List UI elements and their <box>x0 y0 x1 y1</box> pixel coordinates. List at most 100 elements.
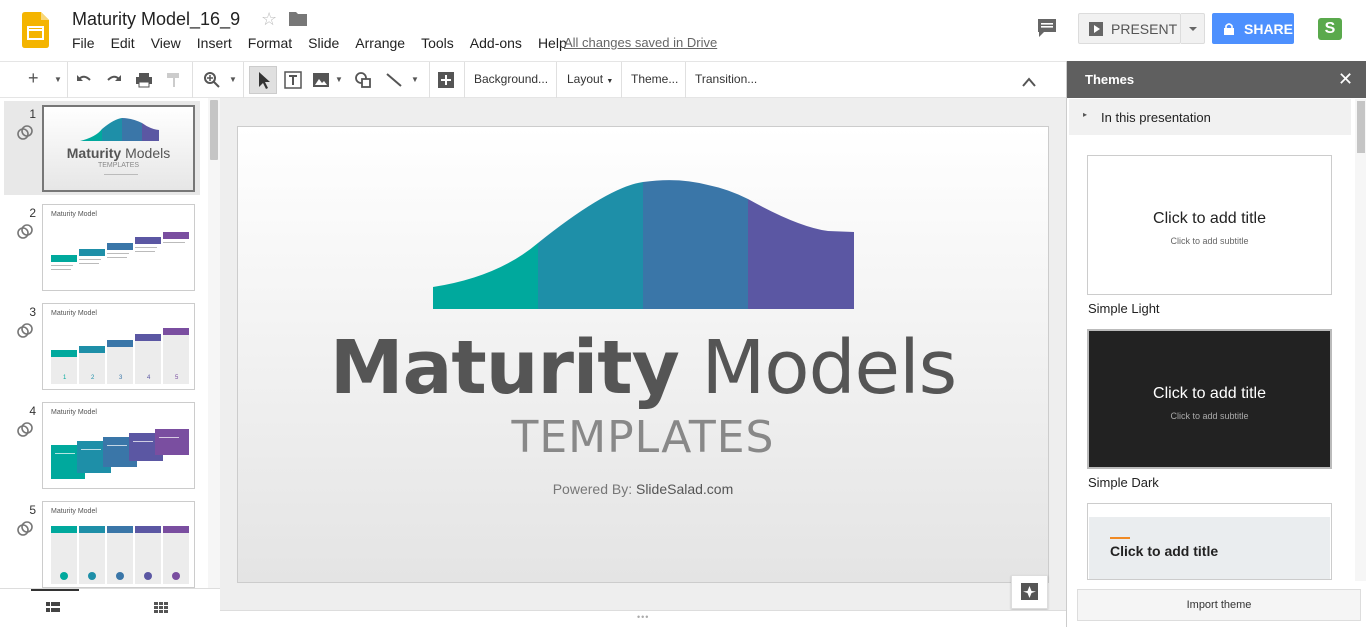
slide-thumbnail: Maturity Models TEMPLATES <box>42 105 195 192</box>
maturity-curve-graphic[interactable] <box>238 127 1049 327</box>
step-number: 2 <box>91 375 95 381</box>
menu-slide[interactable]: Slide <box>308 35 339 51</box>
theme-card-simple-dark[interactable]: Click to add title Click to add subtitle <box>1087 329 1332 469</box>
filmstrip-slide-4[interactable]: 4 Maturity Model <box>4 398 200 492</box>
layout-button[interactable]: Layout ▼ <box>567 72 613 86</box>
speaker-notes-divider[interactable]: ••• <box>220 610 1066 627</box>
import-theme-button[interactable]: Import theme <box>1077 589 1361 621</box>
menu-file[interactable]: File <box>72 35 95 51</box>
menu-insert[interactable]: Insert <box>197 35 232 51</box>
menu-bar: File Edit View Insert Format Slide Arran… <box>72 35 583 51</box>
themes-panel: Themes ✕ ▸ In this presentation Click to… <box>1066 61 1366 627</box>
slide-filmstrip: 1 Maturity Models TEMPLATES 2 Maturity M… <box>0 98 220 588</box>
toolbar-divider <box>243 62 244 98</box>
staircase-graphic <box>51 232 189 270</box>
linked-slide-icon <box>17 422 33 437</box>
menu-view[interactable]: View <box>151 35 181 51</box>
toolbar-divider <box>685 62 686 98</box>
line-dropdown-icon[interactable]: ▼ <box>411 75 419 95</box>
in-this-presentation-section[interactable]: ▸ In this presentation <box>1069 99 1351 135</box>
toolbar-divider <box>67 62 68 98</box>
filmstrip-slide-2[interactable]: 2 Maturity Model <box>4 200 200 294</box>
thumbnail-subtitle: TEMPLATES <box>97 162 140 169</box>
explore-button[interactable] <box>1011 575 1048 609</box>
filmstrip-view-switcher <box>0 588 220 627</box>
grid-view-icon[interactable] <box>154 602 168 614</box>
menu-addons[interactable]: Add-ons <box>470 35 522 51</box>
theme-card-simple-light[interactable]: Click to add title Click to add subtitle <box>1087 155 1332 295</box>
themes-scrollbar-thumb[interactable] <box>1357 101 1365 153</box>
slide-thumbnail: Maturity Model <box>42 501 195 588</box>
toolbar-divider <box>556 62 557 98</box>
document-title[interactable]: Maturity Model_16_9 <box>72 9 240 30</box>
slides-logo-icon[interactable] <box>22 12 49 48</box>
slide-number: 4 <box>29 404 36 418</box>
new-slide-icon[interactable]: + <box>28 68 39 88</box>
slide-title[interactable]: Maturity Models <box>238 325 1048 411</box>
share-button[interactable]: SHARE <box>1212 13 1294 44</box>
linked-slide-icon <box>17 323 33 338</box>
filmstrip-scrollbar-thumb[interactable] <box>210 100 218 160</box>
step-blocks-graphic <box>51 429 189 479</box>
slide-credit[interactable]: Powered By: SlideSalad.com <box>238 481 1048 497</box>
menu-edit[interactable]: Edit <box>111 35 135 51</box>
present-button[interactable]: PRESENT <box>1078 13 1181 44</box>
theme-button[interactable]: Theme... <box>631 72 678 86</box>
text-box-icon[interactable] <box>284 70 302 90</box>
themes-scrollbar[interactable] <box>1355 99 1366 581</box>
close-icon[interactable]: ✕ <box>1338 69 1353 90</box>
image-dropdown-icon[interactable]: ▼ <box>335 75 343 95</box>
slide-canvas[interactable]: Maturity Models TEMPLATES Powered By: Sl… <box>237 126 1049 583</box>
filmstrip-slide-1[interactable]: 1 Maturity Models TEMPLATES <box>4 101 200 195</box>
menu-arrange[interactable]: Arrange <box>355 35 405 51</box>
collapse-toolbar-icon[interactable] <box>1020 72 1038 92</box>
explore-icon <box>1021 583 1038 600</box>
save-status-link[interactable]: All changes saved in Drive <box>564 35 717 50</box>
new-slide-dropdown-icon[interactable]: ▼ <box>54 75 62 95</box>
account-avatar[interactable]: S <box>1318 18 1342 40</box>
theme-card-streamline[interactable]: Click to add title <box>1087 503 1332 580</box>
resize-grip-icon[interactable]: ••• <box>637 612 649 622</box>
comments-icon[interactable] <box>1036 17 1058 39</box>
menu-tools[interactable]: Tools <box>421 35 454 51</box>
zoom-dropdown-icon[interactable]: ▼ <box>229 75 237 95</box>
slide-number: 5 <box>29 503 36 517</box>
folder-icon[interactable] <box>289 11 307 26</box>
filmstrip-slide-5[interactable]: 5 Maturity Model <box>4 497 200 588</box>
curve-segment-2 <box>538 182 643 309</box>
chevron-down-icon <box>1189 27 1197 31</box>
undo-icon[interactable] <box>75 70 93 90</box>
present-options-button[interactable] <box>1181 13 1205 44</box>
transition-button[interactable]: Transition... <box>695 72 757 86</box>
app-header: Maturity Model_16_9 ☆ File Edit View Ins… <box>0 0 1366 62</box>
toolbar-divider <box>464 62 465 98</box>
menu-help[interactable]: Help <box>538 35 567 51</box>
slide-thumbnail: Maturity Model <box>42 402 195 489</box>
zoom-icon[interactable] <box>203 70 221 90</box>
lock-icon <box>1224 22 1234 35</box>
filmstrip-scrollbar[interactable] <box>208 98 220 588</box>
add-comment-icon[interactable] <box>437 70 455 90</box>
menu-format[interactable]: Format <box>248 35 292 51</box>
select-tool-button[interactable] <box>249 66 277 94</box>
thumbnail-title: Maturity Models <box>66 145 171 161</box>
slide-subtitle[interactable]: TEMPLATES <box>238 412 1048 463</box>
paint-format-icon[interactable] <box>165 70 183 90</box>
print-icon[interactable] <box>135 70 153 90</box>
linked-slide-icon <box>17 224 33 239</box>
step-number: 5 <box>175 375 179 381</box>
theme-name: Simple Light <box>1088 301 1160 316</box>
background-button[interactable]: Background... <box>474 72 548 86</box>
line-icon[interactable] <box>385 70 403 90</box>
columns-graphic <box>51 526 189 584</box>
toolbar-divider <box>192 62 193 98</box>
curve-segment-4 <box>748 199 854 309</box>
filmstrip-slide-3[interactable]: 3 Maturity Model 1 2 3 4 5 <box>4 299 200 393</box>
image-icon[interactable] <box>312 70 330 90</box>
active-view-indicator <box>31 589 79 591</box>
filmstrip-view-icon[interactable] <box>46 602 60 614</box>
theme-card-title: Click to add title <box>1153 385 1266 402</box>
shape-icon[interactable] <box>354 70 372 90</box>
redo-icon[interactable] <box>105 70 123 90</box>
star-icon[interactable]: ☆ <box>261 9 277 30</box>
